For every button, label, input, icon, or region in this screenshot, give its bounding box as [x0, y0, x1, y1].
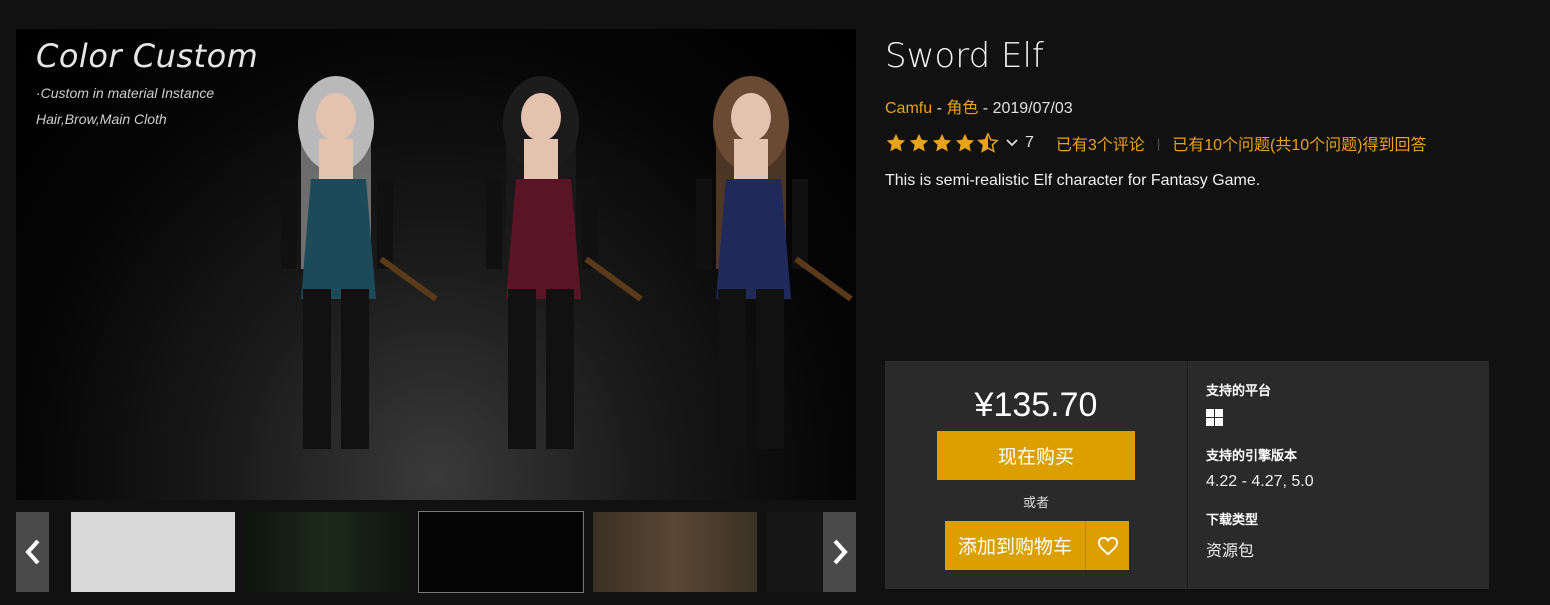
- heart-icon: [1097, 536, 1118, 555]
- wishlist-button[interactable]: [1085, 521, 1129, 570]
- add-to-cart-button[interactable]: 添加到购物车: [945, 521, 1085, 570]
- panel-divider: [1187, 361, 1188, 589]
- star-full-icon: [932, 133, 952, 152]
- elf-figure-navy: [696, 76, 853, 449]
- hero-overlay-title: Color Custom: [36, 37, 259, 75]
- elf-figure-teal: [281, 76, 438, 449]
- hero-overlay-line-1: ·Custom in material Instance: [36, 85, 215, 101]
- engine-version-value: 4.22 - 4.27, 5.0: [1206, 473, 1314, 490]
- hero-image[interactable]: Color Custom ·Custom in material Instanc…: [16, 29, 856, 500]
- thumbnail-4[interactable]: [593, 512, 757, 592]
- buy-now-button[interactable]: 现在购买: [937, 431, 1135, 480]
- windows-icon: [1206, 409, 1223, 426]
- chevron-left-icon: [24, 539, 39, 565]
- star-full-icon: [909, 133, 929, 152]
- star-full-icon: [886, 133, 906, 152]
- rating-row: 7 已有3个评论 | 已有10个问题(共10个问题)得到回答: [885, 130, 1426, 156]
- chevron-down-icon[interactable]: [1005, 138, 1019, 148]
- category-link[interactable]: 角色: [946, 100, 978, 117]
- reviews-link[interactable]: 已有3个评论: [1056, 131, 1145, 155]
- price: ¥135.70: [974, 386, 1098, 424]
- gallery-prev-button[interactable]: [16, 512, 49, 592]
- product-title: Sword Elf: [885, 36, 1044, 76]
- thumbnail-3[interactable]: [418, 511, 584, 593]
- elf-figure-crimson: [486, 76, 643, 449]
- gallery-next-button[interactable]: [823, 512, 856, 592]
- seller-link[interactable]: Camfu: [885, 100, 932, 117]
- platform-label: 支持的平台: [1206, 383, 1272, 398]
- chevron-right-icon: [833, 539, 848, 565]
- link-divider: |: [1156, 135, 1161, 151]
- product-meta: Camfu - 角色 - 2019/07/03: [885, 94, 1073, 118]
- star-half-icon: [977, 132, 999, 153]
- product-description: This is semi-realistic Elf character for…: [885, 172, 1261, 189]
- questions-link[interactable]: 已有10个问题(共10个问题)得到回答: [1172, 131, 1426, 155]
- star-full-icon: [955, 133, 975, 152]
- hero-overlay-line-2: Hair,Brow,Main Cloth: [36, 111, 167, 127]
- thumbnail-1[interactable]: [71, 512, 235, 592]
- purchase-panel: ¥135.70 现在购买 或者 添加到购物车 支持的平台 支持的引擎版本 4.2…: [885, 361, 1489, 589]
- rating-count: 7: [1025, 134, 1034, 151]
- or-label: 或者: [1022, 495, 1049, 510]
- thumbnail-5[interactable]: [767, 512, 822, 592]
- download-type-label: 下载类型: [1206, 512, 1259, 527]
- meta-separator: -: [978, 100, 993, 117]
- thumbnail-2[interactable]: [245, 512, 409, 592]
- download-type-value: 资源包: [1206, 543, 1255, 560]
- rating-stars[interactable]: [885, 132, 999, 154]
- thumbnail-strip: [16, 511, 856, 593]
- meta-separator: -: [932, 100, 947, 117]
- engine-version-label: 支持的引擎版本: [1206, 448, 1298, 463]
- release-date: 2019/07/03: [992, 100, 1073, 117]
